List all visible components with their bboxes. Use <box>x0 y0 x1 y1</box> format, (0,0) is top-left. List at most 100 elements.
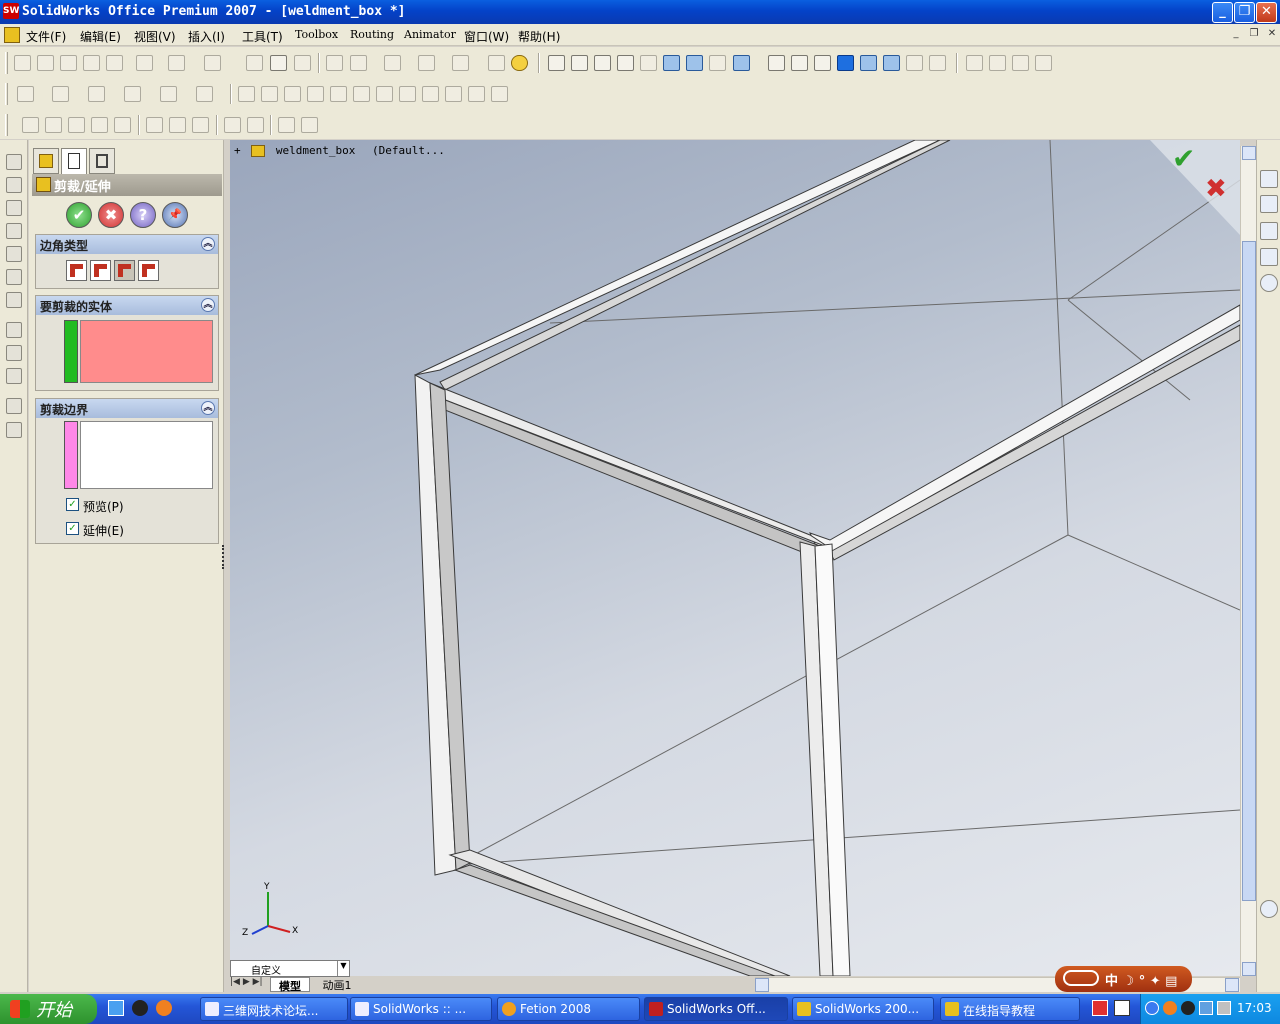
extrude-boss-icon[interactable] <box>6 177 22 193</box>
hidden-lines-removed-icon[interactable] <box>814 55 831 71</box>
shadows-icon[interactable] <box>883 55 900 71</box>
doc-restore-button[interactable]: ❐ <box>1246 28 1262 42</box>
menu-window[interactable]: 窗口(W) <box>464 28 509 45</box>
assembly-icon[interactable] <box>6 422 22 438</box>
loft-boss-icon[interactable] <box>6 246 22 262</box>
cut-list-icon[interactable] <box>422 86 439 102</box>
menu-insert[interactable]: 插入(I) <box>188 28 225 45</box>
ime-help-icon[interactable] <box>1114 1000 1130 1016</box>
scroll-down-icon[interactable] <box>1242 962 1256 976</box>
pattern-icon[interactable] <box>196 86 213 102</box>
layer-icon[interactable] <box>452 55 469 71</box>
zoom-to-selection-icon[interactable] <box>640 55 657 71</box>
tray-firefox-icon[interactable] <box>1163 1001 1177 1015</box>
collapse-chevron-icon[interactable]: ︽ <box>201 401 215 415</box>
property-manager-tab-icon[interactable] <box>61 148 87 174</box>
task-fetion[interactable]: Fetion 2008 <box>497 997 640 1021</box>
scroll-right-icon[interactable] <box>1225 978 1239 992</box>
bodies-to-trim-header[interactable]: 要剪裁的实体 ︽ <box>36 296 218 315</box>
menu-animator[interactable]: Animator <box>404 28 456 41</box>
scroll-left-icon[interactable] <box>755 978 769 992</box>
display-relations-icon[interactable] <box>301 117 318 133</box>
sketch-icon[interactable] <box>6 322 22 338</box>
corner-type-header[interactable]: 边角类型 ︽ <box>36 235 218 254</box>
save-icon[interactable] <box>60 55 77 71</box>
open-icon[interactable] <box>37 55 54 71</box>
zoom-in-out-icon[interactable] <box>617 55 634 71</box>
revolve-boss-icon[interactable] <box>6 200 22 216</box>
trim-extend-icon[interactable] <box>376 86 393 102</box>
section-view-icon[interactable] <box>906 55 923 71</box>
menu-help[interactable]: 帮助(H) <box>518 28 560 45</box>
move-entities-icon[interactable] <box>224 117 241 133</box>
home-icon[interactable] <box>1260 170 1278 188</box>
select-filter-icon[interactable] <box>270 55 287 71</box>
end-miter-icon[interactable] <box>90 260 111 281</box>
menu-file[interactable]: 文件(F) <box>26 28 66 45</box>
redo-icon[interactable] <box>204 55 221 71</box>
pin-button[interactable]: 📌 <box>162 202 188 228</box>
confirm-ok-icon[interactable]: ✔ <box>1172 142 1195 175</box>
point-icon[interactable] <box>91 117 108 133</box>
weld-bead-icon[interactable] <box>399 86 416 102</box>
gusset-icon[interactable] <box>307 86 324 102</box>
chamfer-icon[interactable] <box>491 86 508 102</box>
end-butt1-icon[interactable] <box>114 260 135 281</box>
mate-icon[interactable] <box>6 398 22 414</box>
sweep-icon[interactable] <box>88 86 105 102</box>
ok-button[interactable]: ✔ <box>66 202 92 228</box>
chevron-down-icon[interactable]: ▼ <box>337 961 349 976</box>
sketch-plane-icon[interactable] <box>6 154 22 170</box>
edit-appearance-icon[interactable] <box>418 55 435 71</box>
view-palette-icon[interactable] <box>1260 248 1278 266</box>
task-solidworks-office[interactable]: SolidWorks Off... <box>644 997 788 1021</box>
smart-dim-icon[interactable] <box>6 345 22 361</box>
shaded-with-edges-icon[interactable] <box>837 55 854 71</box>
sogou-icon[interactable] <box>1092 1000 1108 1016</box>
roll-view-icon[interactable] <box>709 55 726 71</box>
tray-network-icon[interactable] <box>1199 1001 1213 1015</box>
fillet-bead-icon[interactable] <box>353 86 370 102</box>
weldment-icon[interactable] <box>261 86 278 102</box>
tray-qq-icon[interactable] <box>1181 1001 1195 1015</box>
add-relation-icon[interactable] <box>278 117 295 133</box>
task-online-tutorial[interactable]: 在线指导教程 <box>940 997 1080 1021</box>
qq-icon[interactable] <box>132 1000 148 1016</box>
cut-icon[interactable] <box>136 55 153 71</box>
scroll-thumb[interactable] <box>1242 241 1256 901</box>
zoom-to-area-icon[interactable] <box>594 55 611 71</box>
end-cap-icon[interactable] <box>330 86 347 102</box>
rotate-icon[interactable] <box>663 55 680 71</box>
mirror-entities-icon[interactable] <box>247 117 264 133</box>
panel-splitter[interactable] <box>222 545 226 569</box>
toolbar-grip[interactable] <box>5 52 8 74</box>
grid-icon[interactable] <box>488 55 505 71</box>
plane-icon[interactable] <box>114 117 131 133</box>
view-orientation-combo[interactable]: 自定义 ▼ <box>230 960 350 977</box>
expand-left-icon[interactable] <box>1260 900 1278 918</box>
print-icon[interactable] <box>83 55 100 71</box>
doc-close-button[interactable]: ✕ <box>1264 28 1280 42</box>
reference-geometry-icon[interactable] <box>160 86 177 102</box>
3d-sketch-icon[interactable] <box>238 86 255 102</box>
collapse-chevron-icon[interactable]: ︽ <box>201 237 215 251</box>
previous-view-icon[interactable] <box>548 55 565 71</box>
task-solidworks-2007[interactable]: SolidWorks 200... <box>792 997 934 1021</box>
hidden-lines-visible-icon[interactable] <box>791 55 808 71</box>
minimize-button[interactable]: _ <box>1212 2 1233 23</box>
vertical-scrollbar[interactable] <box>1240 146 1256 976</box>
extrude-icon[interactable] <box>17 86 34 102</box>
options-icon[interactable] <box>350 55 367 71</box>
menu-tools[interactable]: 工具(T) <box>242 28 283 45</box>
hole-icon[interactable] <box>468 86 485 102</box>
tab-model[interactable]: 模型 <box>270 977 310 993</box>
relations-icon[interactable] <box>1035 55 1052 71</box>
convert-entities-icon[interactable] <box>146 117 163 133</box>
menu-edit[interactable]: 编辑(E) <box>80 28 121 45</box>
note-icon[interactable] <box>1012 55 1029 71</box>
loft-icon[interactable] <box>124 86 141 102</box>
tree-expand-icon[interactable]: + <box>234 144 241 157</box>
ime-toolbar[interactable]: 中 ☽ ° ✦ ▤ <box>1055 966 1192 992</box>
offset-entities-icon[interactable] <box>169 117 186 133</box>
print-preview-icon[interactable] <box>106 55 123 71</box>
